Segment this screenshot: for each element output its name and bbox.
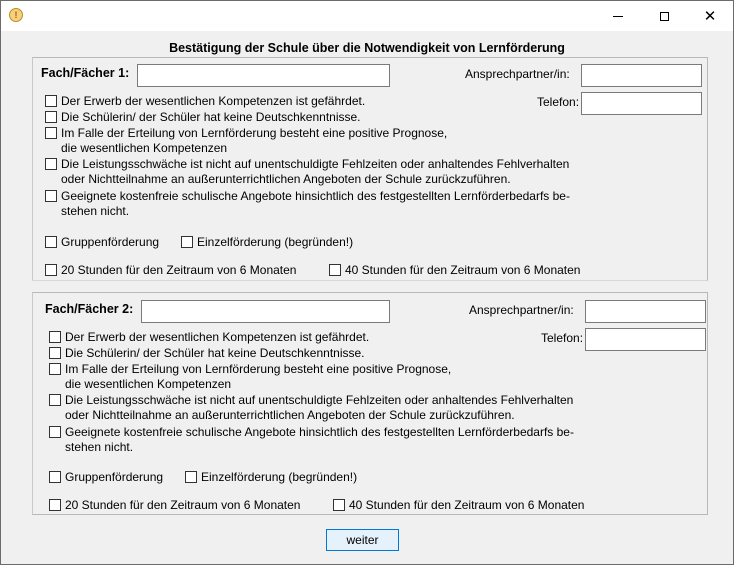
hours-20-checkbox[interactable] (49, 499, 61, 511)
hours-40-label: 40 Stunden für den Zeitraum von 6 Monate… (345, 263, 581, 277)
criterion-checkbox[interactable] (49, 394, 61, 406)
criterion-checkbox[interactable] (45, 111, 57, 123)
contact-input[interactable] (581, 64, 702, 87)
criterion-label: Die Schülerin/ der Schüler hat keine Deu… (65, 346, 365, 360)
app-icon: ! (9, 8, 23, 22)
criterion-label: Geeignete kostenfreie schulische Angebot… (61, 189, 570, 203)
criterion-checkbox[interactable] (45, 95, 57, 107)
page-title: Bestätigung der Schule über die Notwendi… (169, 41, 565, 55)
group-support-label: Gruppenförderung (61, 235, 160, 249)
group-support-checkbox[interactable] (45, 236, 57, 248)
subject-section-2: Fach/Fächer 2: Ansprechpartner/in: Telef… (32, 292, 708, 515)
close-button[interactable]: ✕ (687, 1, 733, 31)
criterion-checkbox[interactable] (45, 127, 57, 139)
subject-label: Fach/Fächer 1: (41, 66, 130, 80)
criterion-checkbox[interactable] (49, 363, 61, 375)
maximize-button[interactable] (641, 1, 687, 31)
criterion-label: Die Schülerin/ der Schüler hat keine Deu… (61, 110, 361, 124)
criterion-label: Die Leistungsschwäche ist nicht auf unen… (65, 393, 574, 407)
close-icon: ✕ (703, 6, 717, 25)
criterion-label-continued: oder Nichtteilnahme an außerunterrichtli… (61, 172, 511, 186)
criterion-checkbox[interactable] (45, 158, 57, 170)
individual-support-label: Einzelförderung (begründen!) (197, 235, 354, 249)
title-bar: ! ✕ (1, 1, 733, 31)
criterion-label-continued: die wesentlichen Kompetenzen (61, 141, 228, 155)
subject-label: Fach/Fächer 2: (45, 302, 134, 316)
contact-label: Ansprechpartner/in: (469, 303, 574, 317)
criterion-label: Geeignete kostenfreie schulische Angebot… (65, 425, 574, 439)
group-support-label: Gruppenförderung (65, 470, 164, 484)
subject-section-1: Fach/Fächer 1: Ansprechpartner/in: Telef… (32, 57, 708, 281)
phone-label: Telefon: (537, 95, 580, 109)
app-window: ! ✕ Bestätigung der Schule über die Notw… (0, 0, 734, 565)
hours-20-label: 20 Stunden für den Zeitraum von 6 Monate… (61, 263, 297, 277)
individual-support-checkbox[interactable] (185, 471, 197, 483)
contact-label: Ansprechpartner/in: (465, 67, 570, 81)
criterion-checkbox[interactable] (49, 331, 61, 343)
hours-20-checkbox[interactable] (45, 264, 57, 276)
criterion-label: Im Falle der Erteilung von Lernförderung… (61, 126, 448, 140)
hours-40-label: 40 Stunden für den Zeitraum von 6 Monate… (349, 498, 585, 512)
criterion-checkbox[interactable] (49, 426, 61, 438)
phone-input[interactable] (581, 92, 702, 115)
hours-20-label: 20 Stunden für den Zeitraum von 6 Monate… (65, 498, 301, 512)
individual-support-label: Einzelförderung (begründen!) (201, 470, 358, 484)
criterion-checkbox[interactable] (45, 190, 57, 202)
criterion-label: Die Leistungsschwäche ist nicht auf unen… (61, 157, 570, 171)
phone-label: Telefon: (541, 331, 584, 345)
criterion-label-continued: stehen nicht. (65, 440, 134, 454)
minimize-button[interactable] (595, 1, 641, 31)
individual-support-checkbox[interactable] (181, 236, 193, 248)
criterion-label-continued: stehen nicht. (61, 204, 130, 218)
criterion-label: Im Falle der Erteilung von Lernförderung… (65, 362, 452, 376)
minimize-icon (613, 15, 623, 17)
criterion-label-continued: die wesentlichen Kompetenzen (65, 377, 232, 391)
criterion-label-continued: oder Nichtteilnahme an außerunterrichtli… (65, 408, 515, 422)
criterion-label: Der Erwerb der wesentlichen Kompetenzen … (61, 94, 366, 108)
hours-40-checkbox[interactable] (329, 264, 341, 276)
maximize-icon (659, 11, 669, 21)
subject-input[interactable] (141, 300, 390, 323)
subject-input[interactable] (137, 64, 390, 87)
phone-input[interactable] (585, 328, 706, 351)
group-support-checkbox[interactable] (49, 471, 61, 483)
criterion-checkbox[interactable] (49, 347, 61, 359)
contact-input[interactable] (585, 300, 706, 323)
continue-button[interactable]: weiter (326, 529, 399, 551)
criterion-label: Der Erwerb der wesentlichen Kompetenzen … (65, 330, 370, 344)
hours-40-checkbox[interactable] (333, 499, 345, 511)
